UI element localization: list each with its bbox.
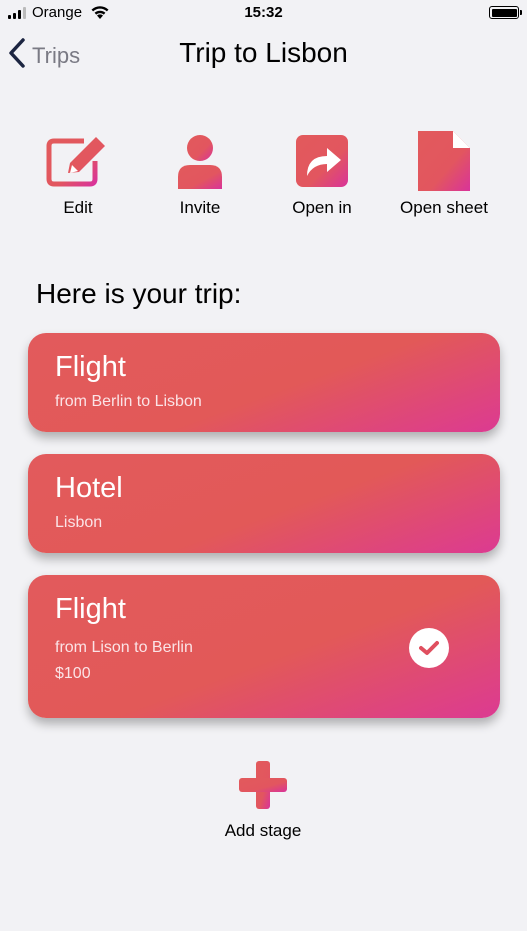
- add-stage-button[interactable]: Add stage: [203, 760, 323, 841]
- status-bar: Orange 15:32: [0, 0, 527, 26]
- open-sheet-label: Open sheet: [400, 198, 488, 217]
- invite-button[interactable]: Invite: [140, 132, 260, 218]
- stage-detail: Lisbon: [55, 514, 103, 531]
- edit-icon: [46, 135, 110, 192]
- stage-detail: from Lison to Berlin: [55, 639, 193, 656]
- open-in-button[interactable]: Open in: [262, 132, 382, 218]
- stage-detail: from Berlin to Lisbon: [55, 393, 202, 410]
- plus-icon: [238, 761, 288, 814]
- person-icon: [176, 133, 224, 194]
- edit-label: Edit: [63, 198, 93, 217]
- section-title: Here is your trip:: [36, 278, 242, 309]
- add-stage-label: Add stage: [224, 821, 302, 840]
- invite-label: Invite: [179, 198, 221, 217]
- open-sheet-button[interactable]: Open sheet: [384, 130, 504, 218]
- stage-title: Flight: [55, 351, 126, 383]
- stage-title: Flight: [55, 593, 126, 625]
- stage-title: Hotel: [55, 472, 123, 504]
- stage-card-flight-return[interactable]: Flight from Lison to Berlin $100: [28, 575, 500, 718]
- stage-card-hotel[interactable]: Hotel Lisbon: [28, 454, 500, 553]
- document-icon: [417, 130, 471, 197]
- page-title: Trip to Lisbon: [179, 37, 348, 68]
- edit-button[interactable]: Edit: [18, 132, 138, 218]
- checkmark-icon[interactable]: [409, 628, 449, 668]
- clock: 15:32: [244, 4, 283, 21]
- share-icon: [295, 134, 349, 193]
- open-in-label: Open in: [292, 198, 352, 217]
- battery-icon: [489, 6, 522, 19]
- stage-card-flight-outbound[interactable]: Flight from Berlin to Lisbon: [28, 333, 500, 432]
- stage-price: $100: [55, 665, 91, 682]
